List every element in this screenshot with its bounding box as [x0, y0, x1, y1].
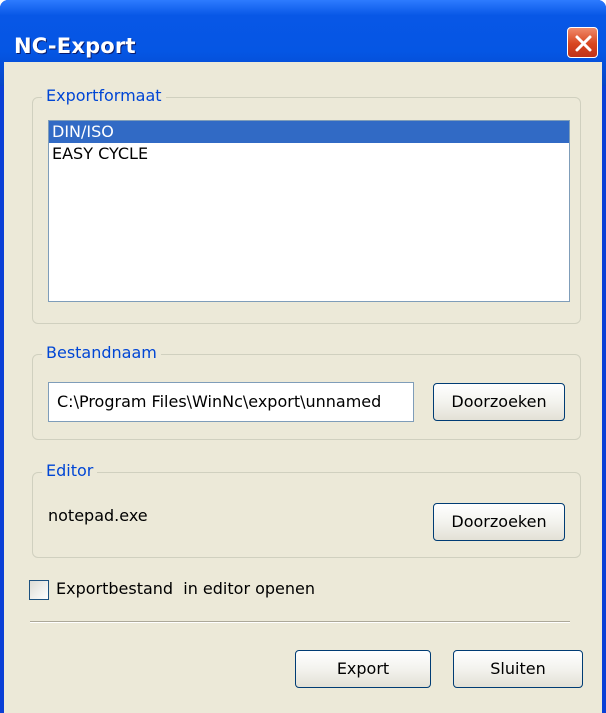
filename-label: Bestandnaam [42, 343, 161, 362]
window-title: NC-Export [14, 34, 136, 58]
editor-value: notepad.exe [48, 506, 148, 525]
list-item-din-iso[interactable]: DIN/ISO [49, 121, 569, 143]
open-in-editor-label[interactable]: Exportbestand in editor openen [56, 579, 315, 598]
dialog-window: NC-Export Exportformaat DIN/ISO EASY CYC… [0, 0, 606, 713]
close-window-button[interactable] [567, 27, 598, 58]
export-format-listbox[interactable]: DIN/ISO EASY CYCLE [48, 120, 570, 302]
filename-input[interactable]: C:\Program Files\WinNc\export\unnamed [48, 382, 414, 422]
separator [30, 621, 570, 623]
editor-browse-button[interactable]: Doorzoeken [433, 503, 565, 541]
export-button[interactable]: Export [295, 650, 431, 688]
list-item-easy-cycle[interactable]: EASY CYCLE [49, 143, 569, 165]
close-icon [575, 35, 592, 52]
filename-browse-button[interactable]: Doorzoeken [433, 383, 565, 421]
close-button[interactable]: Sluiten [453, 650, 583, 688]
export-format-label: Exportformaat [42, 86, 166, 105]
open-in-editor-checkbox[interactable] [29, 580, 49, 600]
editor-label: Editor [42, 461, 98, 480]
